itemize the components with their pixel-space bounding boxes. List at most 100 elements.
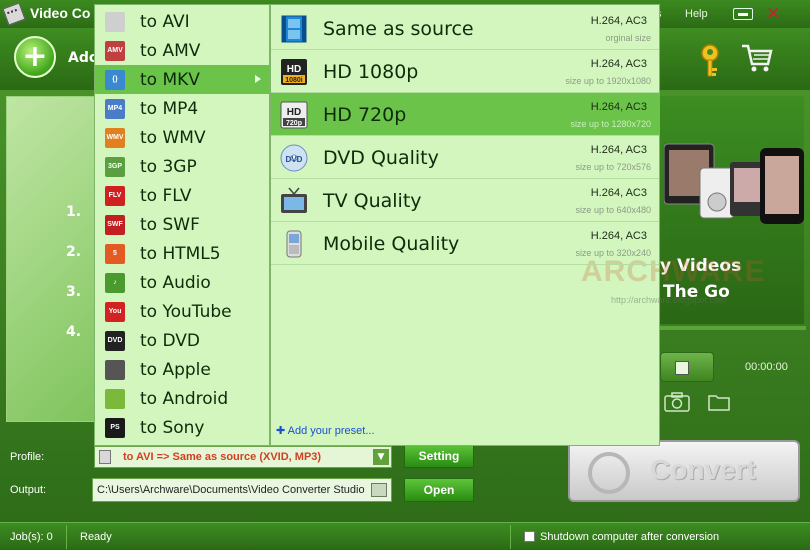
folder-icon[interactable] bbox=[708, 393, 730, 411]
key-icon[interactable] bbox=[697, 44, 723, 78]
step-3: 3. bbox=[66, 284, 82, 300]
format-menu-item-label: to Sony bbox=[140, 418, 205, 438]
format-menu-item[interactable]: ♪ to Audio bbox=[95, 268, 269, 297]
seek-bar[interactable] bbox=[660, 326, 806, 330]
convert-label: Convert bbox=[650, 454, 756, 485]
format-menu-item[interactable]: to AVI bbox=[95, 7, 269, 36]
shopping-cart-icon[interactable] bbox=[740, 42, 774, 74]
format-menu-item[interactable]: PS to Sony bbox=[95, 413, 269, 442]
steps-panel bbox=[6, 96, 102, 422]
format-menu-item[interactable]: {} to MKV bbox=[95, 65, 269, 94]
status-text: Ready bbox=[80, 531, 112, 543]
preset-codec: H.264, AC3 bbox=[590, 230, 647, 242]
watermark-url: http://archware.blogspot.com bbox=[611, 295, 727, 305]
preset-menu-item[interactable]: HD 720p HD 720p H.264, AC3 size up to 1280x7… bbox=[271, 93, 659, 136]
preset-menu-item[interactable]: HD 1080i HD 1080p H.264, AC3 size up to 1920… bbox=[271, 50, 659, 93]
svg-text:DVD: DVD bbox=[286, 155, 303, 164]
film-strip-icon bbox=[281, 15, 307, 43]
format-menu-item[interactable]: FLV to FLV bbox=[95, 181, 269, 210]
stop-button[interactable] bbox=[660, 352, 714, 382]
preset-menu-item[interactable]: DVD DVD Quality H.264, AC3 size up to 720x5… bbox=[271, 136, 659, 179]
format-menu-item[interactable]: DVD to DVD bbox=[95, 326, 269, 355]
app-window: Video Co s Help ✕ + Ado 1. 2. 3. 4. y bbox=[0, 0, 810, 550]
setting-button[interactable]: Setting bbox=[404, 444, 474, 468]
audio-icon: ♪ bbox=[105, 273, 125, 293]
mobile-phone-icon bbox=[286, 230, 302, 258]
convert-arrows-icon bbox=[588, 452, 630, 494]
window-title: Video Co bbox=[30, 5, 91, 21]
svg-text:1080i: 1080i bbox=[285, 77, 303, 84]
dvd-icon: DVD bbox=[105, 331, 125, 351]
format-menu-item-label: to HTML5 bbox=[140, 244, 221, 264]
format-menu-item-label: to AMV bbox=[140, 41, 201, 61]
tv-icon bbox=[281, 187, 307, 213]
svg-text:HD: HD bbox=[287, 64, 301, 75]
preset-menu-item[interactable]: TV Quality H.264, AC3 size up to 640x480 bbox=[271, 179, 659, 222]
camera-icon[interactable] bbox=[664, 392, 690, 412]
format-menu-item-label: to YouTube bbox=[140, 302, 232, 322]
sony-icon: PS bbox=[105, 418, 125, 438]
preset-codec: H.264, AC3 bbox=[590, 15, 647, 27]
chevron-right-icon bbox=[255, 75, 261, 83]
preset-size: size up to 1280x720 bbox=[570, 119, 651, 129]
format-menu-item-label: to AVI bbox=[140, 12, 190, 32]
format-menu-item[interactable]: to Apple bbox=[95, 355, 269, 384]
shutdown-checkbox[interactable] bbox=[524, 531, 535, 542]
format-menu: to AVI AMV to AMV {} to MKV MP4 to MP4 WMV to WM… bbox=[94, 4, 270, 446]
android-icon bbox=[105, 389, 125, 409]
preset-size: size up to 640x480 bbox=[575, 205, 651, 215]
mp4-icon: MP4 bbox=[105, 99, 125, 119]
youtube-icon: You bbox=[105, 302, 125, 322]
format-menu-item-label: to 3GP bbox=[140, 157, 197, 177]
format-menu-item[interactable]: 5 to HTML5 bbox=[95, 239, 269, 268]
plus-icon: + bbox=[22, 39, 48, 74]
format-menu-item[interactable]: 3GP to 3GP bbox=[95, 152, 269, 181]
format-menu-item[interactable]: WMV to WMV bbox=[95, 123, 269, 152]
format-menu-item-label: to Android bbox=[140, 389, 229, 409]
preset-menu-item[interactable]: Mobile Quality H.264, AC3 size up to 320x2… bbox=[271, 222, 659, 265]
format-menu-item[interactable]: to Android bbox=[95, 384, 269, 413]
add-preset-label: Add your preset... bbox=[287, 425, 375, 437]
preset-label: TV Quality bbox=[323, 190, 422, 212]
hd-1080i-icon: HD 1080i bbox=[281, 59, 307, 85]
profile-value: to AVI => Same as source (XVID, MP3) bbox=[123, 451, 322, 463]
preset-codec: H.264, AC3 bbox=[590, 144, 647, 156]
preset-menu-item[interactable]: Same as source H.264, AC3 orginal size bbox=[271, 7, 659, 50]
swf-icon: SWF bbox=[105, 215, 125, 235]
format-menu-item[interactable]: You to YouTube bbox=[95, 297, 269, 326]
dvd-disc-icon: DVD bbox=[280, 144, 308, 172]
preset-label: Mobile Quality bbox=[323, 233, 460, 255]
open-button[interactable]: Open bbox=[404, 478, 474, 502]
format-menu-item-label: to MKV bbox=[140, 70, 200, 90]
avi-icon bbox=[105, 12, 125, 32]
status-divider bbox=[510, 525, 511, 549]
format-menu-item-label: to SWF bbox=[140, 215, 200, 235]
browse-folder-icon[interactable] bbox=[371, 483, 387, 497]
profile-select[interactable]: to AVI => Same as source (XVID, MP3) ▼ bbox=[94, 446, 392, 468]
format-menu-item[interactable]: MP4 to MP4 bbox=[95, 94, 269, 123]
plus-icon: ✚ bbox=[276, 425, 288, 437]
apple-icon bbox=[105, 360, 125, 380]
format-menu-item[interactable]: AMV to AMV bbox=[95, 36, 269, 65]
convert-button[interactable]: Convert bbox=[568, 440, 800, 502]
step-2: 2. bbox=[66, 244, 82, 260]
preset-label: HD 720p bbox=[323, 104, 407, 126]
status-divider bbox=[66, 525, 67, 549]
chevron-down-icon[interactable]: ▼ bbox=[373, 449, 389, 465]
menu-item-help[interactable]: Help bbox=[685, 8, 708, 20]
preset-submenu: ARCHWARE http://archware.blogspot.com Sa… bbox=[270, 4, 765, 446]
minimize-button[interactable] bbox=[733, 8, 753, 20]
preset-size: size up to 320x240 bbox=[575, 248, 651, 258]
preset-size: size up to 720x576 bbox=[575, 162, 651, 172]
add-file-button[interactable]: + bbox=[14, 36, 56, 78]
output-label: Output: bbox=[10, 484, 47, 496]
format-menu-item[interactable]: SWF to SWF bbox=[95, 210, 269, 239]
shutdown-label[interactable]: Shutdown computer after conversion bbox=[540, 531, 719, 543]
add-preset-link[interactable]: ✚ Add your preset... bbox=[276, 424, 375, 437]
close-button[interactable]: ✕ bbox=[766, 4, 780, 24]
time-display: 00:00:00 bbox=[745, 361, 788, 373]
preset-codec: H.264, AC3 bbox=[590, 101, 647, 113]
preset-label: DVD Quality bbox=[323, 147, 439, 169]
format-menu-item-label: to DVD bbox=[140, 331, 200, 351]
output-path-field[interactable]: C:\Users\Archware\Documents\Video Conver… bbox=[92, 478, 392, 502]
